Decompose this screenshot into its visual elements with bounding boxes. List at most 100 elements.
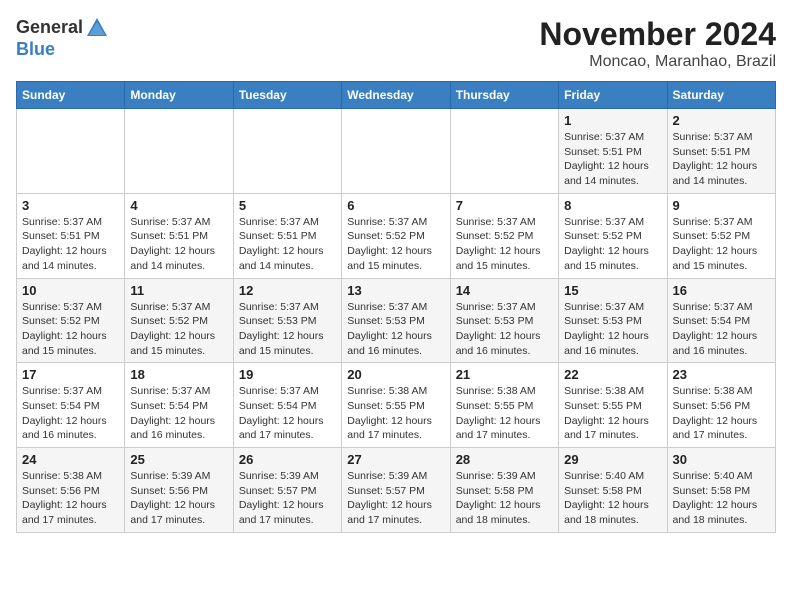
logo: General Blue xyxy=(16,16,109,60)
day-info: Sunrise: 5:37 AM Sunset: 5:53 PM Dayligh… xyxy=(456,300,553,359)
day-info: Sunrise: 5:38 AM Sunset: 5:55 PM Dayligh… xyxy=(564,384,661,443)
calendar-day-cell: 3 Sunrise: 5:37 AM Sunset: 5:51 PM Daylig… xyxy=(17,193,125,278)
calendar-day-cell: 23 Sunrise: 5:38 AM Sunset: 5:56 PM Dayli… xyxy=(667,363,775,448)
calendar-day-cell: 19Sunrise: 5:37 AM Sunset: 5:54 PM Dayli… xyxy=(233,363,341,448)
calendar-day-cell: 1Sunrise: 5:37 AM Sunset: 5:51 PM Daylig… xyxy=(559,109,667,194)
calendar-day-cell: 30 Sunrise: 5:40 AM Sunset: 5:58 PM Dayli… xyxy=(667,448,775,533)
calendar-day-cell: 16 Sunrise: 5:37 AM Sunset: 5:54 PM Dayli… xyxy=(667,278,775,363)
day-number: 30 xyxy=(673,452,770,467)
day-number: 11 xyxy=(130,283,227,298)
day-info: Sunrise: 5:38 AM Sunset: 5:55 PM Dayligh… xyxy=(347,384,444,443)
calendar-day-cell: 29Sunrise: 5:40 AM Sunset: 5:58 PM Dayli… xyxy=(559,448,667,533)
day-of-week-header: Monday xyxy=(125,82,233,109)
day-info: Sunrise: 5:37 AM Sunset: 5:51 PM Dayligh… xyxy=(22,215,119,274)
location-subtitle: Moncao, Maranhao, Brazil xyxy=(539,53,776,71)
calendar-day-cell: 24Sunrise: 5:38 AM Sunset: 5:56 PM Dayli… xyxy=(17,448,125,533)
day-number: 10 xyxy=(22,283,119,298)
day-info: Sunrise: 5:37 AM Sunset: 5:53 PM Dayligh… xyxy=(347,300,444,359)
day-number: 27 xyxy=(347,452,444,467)
day-number: 26 xyxy=(239,452,336,467)
calendar-day-cell: 13Sunrise: 5:37 AM Sunset: 5:53 PM Dayli… xyxy=(342,278,450,363)
day-of-week-header: Wednesday xyxy=(342,82,450,109)
calendar-day-cell xyxy=(233,109,341,194)
calendar-day-cell: 14 Sunrise: 5:37 AM Sunset: 5:53 PM Dayli… xyxy=(450,278,558,363)
calendar-week-row: 10 Sunrise: 5:37 AM Sunset: 5:52 PM Dayli… xyxy=(17,278,776,363)
calendar-day-cell: 17 Sunrise: 5:37 AM Sunset: 5:54 PM Dayli… xyxy=(17,363,125,448)
day-number: 5 xyxy=(239,198,336,213)
day-info: Sunrise: 5:37 AM Sunset: 5:51 PM Dayligh… xyxy=(239,215,336,274)
calendar-day-cell: 15 Sunrise: 5:37 AM Sunset: 5:53 PM Dayli… xyxy=(559,278,667,363)
day-info: Sunrise: 5:39 AM Sunset: 5:57 PM Dayligh… xyxy=(239,469,336,528)
day-info: Sunrise: 5:37 AM Sunset: 5:52 PM Dayligh… xyxy=(456,215,553,274)
day-number: 6 xyxy=(347,198,444,213)
logo-blue: Blue xyxy=(16,39,55,59)
day-info: Sunrise: 5:37 AM Sunset: 5:54 PM Dayligh… xyxy=(239,384,336,443)
day-number: 24 xyxy=(22,452,119,467)
calendar-day-cell xyxy=(17,109,125,194)
calendar-day-cell: 18Sunrise: 5:37 AM Sunset: 5:54 PM Dayli… xyxy=(125,363,233,448)
day-number: 20 xyxy=(347,367,444,382)
logo-general: General xyxy=(16,18,83,38)
calendar-day-cell xyxy=(125,109,233,194)
day-number: 29 xyxy=(564,452,661,467)
day-number: 17 xyxy=(22,367,119,382)
day-info: Sunrise: 5:37 AM Sunset: 5:53 PM Dayligh… xyxy=(564,300,661,359)
day-info: Sunrise: 5:37 AM Sunset: 5:52 PM Dayligh… xyxy=(673,215,770,274)
calendar-week-row: 17 Sunrise: 5:37 AM Sunset: 5:54 PM Dayli… xyxy=(17,363,776,448)
calendar-week-row: 24Sunrise: 5:38 AM Sunset: 5:56 PM Dayli… xyxy=(17,448,776,533)
calendar-day-cell: 7 Sunrise: 5:37 AM Sunset: 5:52 PM Daylig… xyxy=(450,193,558,278)
day-number: 14 xyxy=(456,283,553,298)
calendar-day-cell: 9Sunrise: 5:37 AM Sunset: 5:52 PM Daylig… xyxy=(667,193,775,278)
calendar-day-cell: 22Sunrise: 5:38 AM Sunset: 5:55 PM Dayli… xyxy=(559,363,667,448)
calendar-table: SundayMondayTuesdayWednesdayThursdayFrid… xyxy=(16,81,776,533)
day-number: 12 xyxy=(239,283,336,298)
calendar-day-cell: 4 Sunrise: 5:37 AM Sunset: 5:51 PM Daylig… xyxy=(125,193,233,278)
day-info: Sunrise: 5:37 AM Sunset: 5:54 PM Dayligh… xyxy=(673,300,770,359)
day-info: Sunrise: 5:38 AM Sunset: 5:56 PM Dayligh… xyxy=(673,384,770,443)
day-number: 16 xyxy=(673,283,770,298)
day-number: 3 xyxy=(22,198,119,213)
day-of-week-header: Friday xyxy=(559,82,667,109)
day-info: Sunrise: 5:37 AM Sunset: 5:51 PM Dayligh… xyxy=(673,130,770,189)
calendar-day-cell: 2 Sunrise: 5:37 AM Sunset: 5:51 PM Daylig… xyxy=(667,109,775,194)
calendar-day-cell xyxy=(450,109,558,194)
day-of-week-header: Sunday xyxy=(17,82,125,109)
day-number: 18 xyxy=(130,367,227,382)
day-info: Sunrise: 5:37 AM Sunset: 5:51 PM Dayligh… xyxy=(130,215,227,274)
calendar-day-cell: 26 Sunrise: 5:39 AM Sunset: 5:57 PM Dayli… xyxy=(233,448,341,533)
month-title: November 2024 xyxy=(539,16,776,53)
calendar-week-row: 1 Sunrise: 5:37 AM Sunset: 5:51 PM Daylig… xyxy=(17,109,776,194)
day-info: Sunrise: 5:37 AM Sunset: 5:54 PM Dayligh… xyxy=(22,384,119,443)
day-number: 4 xyxy=(130,198,227,213)
day-info: Sunrise: 5:40 AM Sunset: 5:58 PM Dayligh… xyxy=(673,469,770,528)
day-number: 15 xyxy=(564,283,661,298)
day-number: 1 xyxy=(564,113,661,128)
calendar-day-cell: 8Sunrise: 5:37 AM Sunset: 5:52 PM Daylig… xyxy=(559,193,667,278)
day-number: 25 xyxy=(130,452,227,467)
logo-icon xyxy=(85,16,109,40)
calendar-day-cell: 28 Sunrise: 5:39 AM Sunset: 5:58 PM Dayli… xyxy=(450,448,558,533)
calendar-day-cell: 10 Sunrise: 5:37 AM Sunset: 5:52 PM Dayli… xyxy=(17,278,125,363)
day-number: 2 xyxy=(673,113,770,128)
day-info: Sunrise: 5:39 AM Sunset: 5:57 PM Dayligh… xyxy=(347,469,444,528)
day-info: Sunrise: 5:38 AM Sunset: 5:55 PM Dayligh… xyxy=(456,384,553,443)
day-number: 28 xyxy=(456,452,553,467)
day-info: Sunrise: 5:39 AM Sunset: 5:56 PM Dayligh… xyxy=(130,469,227,528)
calendar-day-cell: 12 Sunrise: 5:37 AM Sunset: 5:53 PM Dayli… xyxy=(233,278,341,363)
day-of-week-header: Saturday xyxy=(667,82,775,109)
day-number: 8 xyxy=(564,198,661,213)
page-header: General Blue November 2024 Moncao, Maran… xyxy=(16,16,776,71)
day-info: Sunrise: 5:37 AM Sunset: 5:52 PM Dayligh… xyxy=(22,300,119,359)
calendar-day-cell xyxy=(342,109,450,194)
calendar-header-row: SundayMondayTuesdayWednesdayThursdayFrid… xyxy=(17,82,776,109)
day-info: Sunrise: 5:39 AM Sunset: 5:58 PM Dayligh… xyxy=(456,469,553,528)
calendar-day-cell: 5 Sunrise: 5:37 AM Sunset: 5:51 PM Daylig… xyxy=(233,193,341,278)
day-of-week-header: Thursday xyxy=(450,82,558,109)
calendar-day-cell: 11Sunrise: 5:37 AM Sunset: 5:52 PM Dayli… xyxy=(125,278,233,363)
calendar-week-row: 3 Sunrise: 5:37 AM Sunset: 5:51 PM Daylig… xyxy=(17,193,776,278)
calendar-day-cell: 25 Sunrise: 5:39 AM Sunset: 5:56 PM Dayli… xyxy=(125,448,233,533)
day-number: 21 xyxy=(456,367,553,382)
day-number: 23 xyxy=(673,367,770,382)
day-number: 7 xyxy=(456,198,553,213)
day-info: Sunrise: 5:37 AM Sunset: 5:53 PM Dayligh… xyxy=(239,300,336,359)
